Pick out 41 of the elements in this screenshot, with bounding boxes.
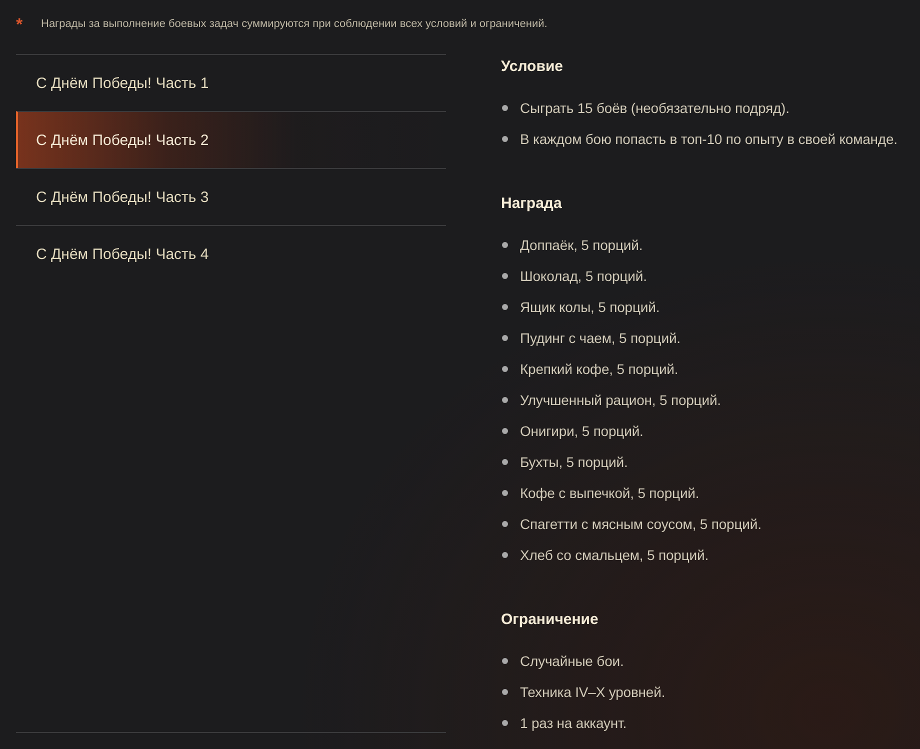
tab[interactable]: С Днём Победы! Часть 3 — [16, 168, 446, 225]
bullet-icon — [502, 689, 508, 695]
bullet-icon — [502, 658, 508, 664]
section-heading: Ограничение — [501, 610, 598, 630]
bullet-icon — [502, 105, 508, 111]
list-item-text: Крепкий кофе, 5 порций. — [520, 360, 678, 379]
tab[interactable]: С Днём Победы! Часть 1 — [16, 54, 446, 111]
list-item-text: Улучшенный рацион, 5 порций. — [520, 391, 721, 410]
bullet-icon — [502, 273, 508, 279]
bullet-icon — [502, 242, 508, 248]
list-item-text: Доппаёк, 5 порций. — [520, 236, 643, 255]
bullet-icon — [502, 335, 508, 341]
bullet-icon — [502, 304, 508, 310]
section-heading: Награда — [501, 194, 562, 214]
note-text: Награды за выполнение боевых задач суммируются при соблюдении всех условий и ограничений. — [41, 17, 548, 31]
list-item-text: Ящик колы, 5 порций. — [520, 298, 660, 317]
section-heading: Условие — [501, 57, 564, 77]
list-item-text: Спагетти с мясным соусом, 5 порций. — [520, 515, 762, 534]
bullet-icon — [502, 552, 508, 558]
bullet-icon — [502, 428, 508, 434]
list-item-text: Бухты, 5 порций. — [520, 453, 628, 472]
list-item-text: Случайные бои. — [520, 652, 624, 671]
bullet-icon — [502, 720, 508, 726]
list-item-text: Хлеб со смальцем, 5 порций. — [520, 546, 708, 565]
list-item-text: Техника IV–X уровней. — [520, 683, 666, 702]
tab[interactable]: С Днём Победы! Часть 2 — [16, 111, 446, 168]
list-item-text: Онигири, 5 порций. — [520, 422, 644, 441]
list-item-text: 1 раз на аккаунт. — [520, 714, 627, 733]
bullet-icon — [502, 366, 508, 372]
list-item-text: Пудинг с чаем, 5 порций. — [520, 329, 680, 348]
list-item-text: В каждом бою попасть в топ-10 по опыту в своей команде. — [520, 130, 898, 149]
list-item-text: Кофе с выпечкой, 5 порций. — [520, 484, 700, 503]
list-item-text: Шоколад, 5 порций. — [520, 267, 647, 286]
tab[interactable]: С Днём Победы! Часть 4 — [16, 225, 446, 282]
asterisk-mark: * — [16, 15, 24, 35]
bullet-icon — [502, 521, 508, 527]
bullet-icon — [502, 397, 508, 403]
bullet-icon — [502, 459, 508, 465]
bullet-icon — [502, 490, 508, 496]
list-item-text: Сыграть 15 боёв (необязательно подряд). — [520, 99, 790, 118]
bullet-icon — [502, 136, 508, 142]
